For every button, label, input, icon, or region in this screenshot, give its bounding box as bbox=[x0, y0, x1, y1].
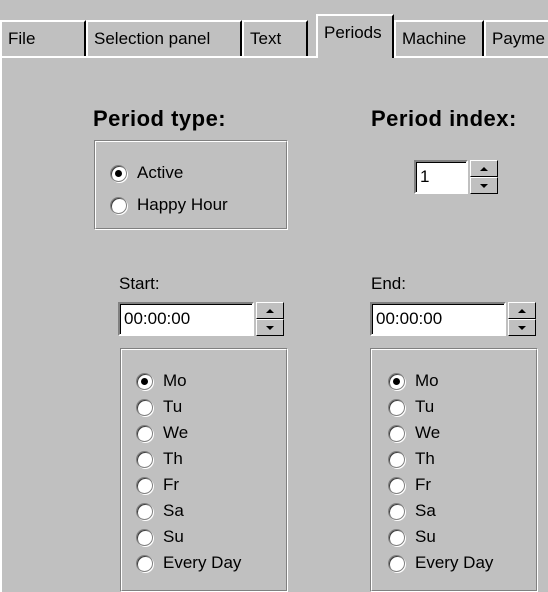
start-day-label: Sa bbox=[163, 501, 184, 520]
radio-checked-icon bbox=[388, 372, 405, 390]
period-index-spinner[interactable] bbox=[470, 160, 498, 194]
radio-unchecked-icon bbox=[136, 424, 153, 442]
start-time-input[interactable]: 00:00:00 bbox=[118, 302, 254, 336]
tab-text-label: Text bbox=[250, 29, 282, 48]
end-time-spinner[interactable] bbox=[508, 302, 536, 336]
radio-unchecked-icon bbox=[388, 502, 405, 520]
start-day-label: Th bbox=[163, 449, 183, 468]
period-type-happy-hour-label: Happy Hour bbox=[137, 195, 228, 214]
arrow-down-icon bbox=[518, 325, 526, 330]
end-day-label: We bbox=[415, 423, 441, 442]
tab-file-label: File bbox=[8, 29, 36, 48]
end-day-label: Su bbox=[415, 527, 436, 546]
end-time-value: 00:00:00 bbox=[376, 309, 443, 328]
end-day-sa-radio[interactable]: Sa bbox=[388, 498, 436, 524]
tab-machine[interactable]: Machine bbox=[394, 20, 484, 58]
start-day-mo-radio[interactable]: Mo bbox=[136, 368, 187, 394]
start-day-label: We bbox=[163, 423, 189, 442]
start-day-th-radio[interactable]: Th bbox=[136, 446, 183, 472]
start-day-label: Tu bbox=[163, 397, 183, 416]
start-day-sa-radio[interactable]: Sa bbox=[136, 498, 184, 524]
start-time-value: 00:00:00 bbox=[124, 309, 191, 328]
end-day-th-radio[interactable]: Th bbox=[388, 446, 435, 472]
period-index-input[interactable]: 1 bbox=[414, 160, 468, 194]
radio-unchecked-icon bbox=[136, 398, 153, 416]
end-day-label: Th bbox=[415, 449, 435, 468]
end-time-input[interactable]: 00:00:00 bbox=[370, 302, 506, 336]
tab-text[interactable]: Text bbox=[242, 20, 308, 58]
radio-unchecked-icon bbox=[136, 554, 153, 572]
tab-periods-label: Periods bbox=[324, 23, 382, 42]
tab-page-edge-top bbox=[0, 56, 548, 58]
tab-page-edge-left bbox=[0, 56, 2, 592]
period-type-active-radio[interactable]: Active bbox=[110, 160, 183, 186]
tab-periods[interactable]: Periods bbox=[316, 14, 394, 58]
radio-unchecked-icon bbox=[136, 450, 153, 468]
start-day-label: Fr bbox=[163, 475, 180, 494]
end-day-every-day-radio[interactable]: Every Day bbox=[388, 550, 493, 576]
end-time-down-button[interactable] bbox=[508, 319, 536, 336]
end-time-up-button[interactable] bbox=[508, 302, 536, 319]
radio-checked-icon bbox=[136, 372, 153, 390]
end-day-su-radio[interactable]: Su bbox=[388, 524, 436, 550]
start-day-label: Every Day bbox=[163, 553, 242, 572]
tab-selection-panel[interactable]: Selection panel bbox=[86, 20, 242, 58]
tab-payme[interactable]: Payme bbox=[484, 20, 548, 58]
start-day-su-radio[interactable]: Su bbox=[136, 524, 184, 550]
end-day-mo-radio[interactable]: Mo bbox=[388, 368, 439, 394]
radio-unchecked-icon bbox=[388, 398, 405, 416]
radio-unchecked-icon bbox=[388, 554, 405, 572]
start-day-every-day-radio[interactable]: Every Day bbox=[136, 550, 241, 576]
end-day-label: Mo bbox=[415, 371, 439, 390]
radio-unchecked-icon bbox=[388, 476, 405, 494]
end-day-label: Sa bbox=[415, 501, 436, 520]
radio-unchecked-icon bbox=[136, 528, 153, 546]
tab-strip: File Selection panel Text Periods Machin… bbox=[0, 0, 548, 58]
period-type-active-label: Active bbox=[137, 163, 184, 182]
end-day-label: Every Day bbox=[415, 553, 494, 572]
start-day-label: Mo bbox=[163, 371, 187, 390]
end-day-label: Tu bbox=[415, 397, 435, 416]
arrow-down-icon bbox=[266, 325, 274, 330]
arrow-down-icon bbox=[480, 183, 488, 188]
radio-unchecked-icon bbox=[388, 424, 405, 442]
radio-unchecked-icon bbox=[388, 450, 405, 468]
radio-checked-icon bbox=[110, 164, 127, 182]
tab-machine-label: Machine bbox=[402, 29, 467, 48]
start-time-spinner[interactable] bbox=[256, 302, 284, 336]
arrow-up-icon bbox=[480, 166, 488, 171]
end-day-fr-radio[interactable]: Fr bbox=[388, 472, 431, 498]
arrow-up-icon bbox=[518, 308, 526, 313]
end-day-we-radio[interactable]: We bbox=[388, 420, 440, 446]
tab-file[interactable]: File bbox=[0, 20, 86, 58]
start-day-label: Su bbox=[163, 527, 184, 546]
end-label: End: bbox=[371, 274, 406, 293]
period-type-heading: Period type: bbox=[93, 106, 227, 131]
start-time-down-button[interactable] bbox=[256, 319, 284, 336]
radio-unchecked-icon bbox=[136, 476, 153, 494]
period-type-happy-hour-radio[interactable]: Happy Hour bbox=[110, 192, 228, 218]
end-day-tu-radio[interactable]: Tu bbox=[388, 394, 434, 420]
end-day-label: Fr bbox=[415, 475, 432, 494]
start-day-fr-radio[interactable]: Fr bbox=[136, 472, 179, 498]
arrow-up-icon bbox=[266, 308, 274, 313]
tab-payme-label: Payme bbox=[492, 29, 545, 48]
radio-unchecked-icon bbox=[136, 502, 153, 520]
start-time-up-button[interactable] bbox=[256, 302, 284, 319]
start-label: Start: bbox=[119, 274, 160, 293]
period-index-up-button[interactable] bbox=[470, 160, 498, 177]
period-index-down-button[interactable] bbox=[470, 177, 498, 194]
radio-unchecked-icon bbox=[110, 196, 127, 214]
start-day-we-radio[interactable]: We bbox=[136, 420, 188, 446]
period-index-heading: Period index: bbox=[371, 106, 517, 131]
period-index-value: 1 bbox=[420, 167, 430, 186]
start-day-tu-radio[interactable]: Tu bbox=[136, 394, 182, 420]
tab-selection-panel-label: Selection panel bbox=[94, 29, 211, 48]
radio-unchecked-icon bbox=[388, 528, 405, 546]
